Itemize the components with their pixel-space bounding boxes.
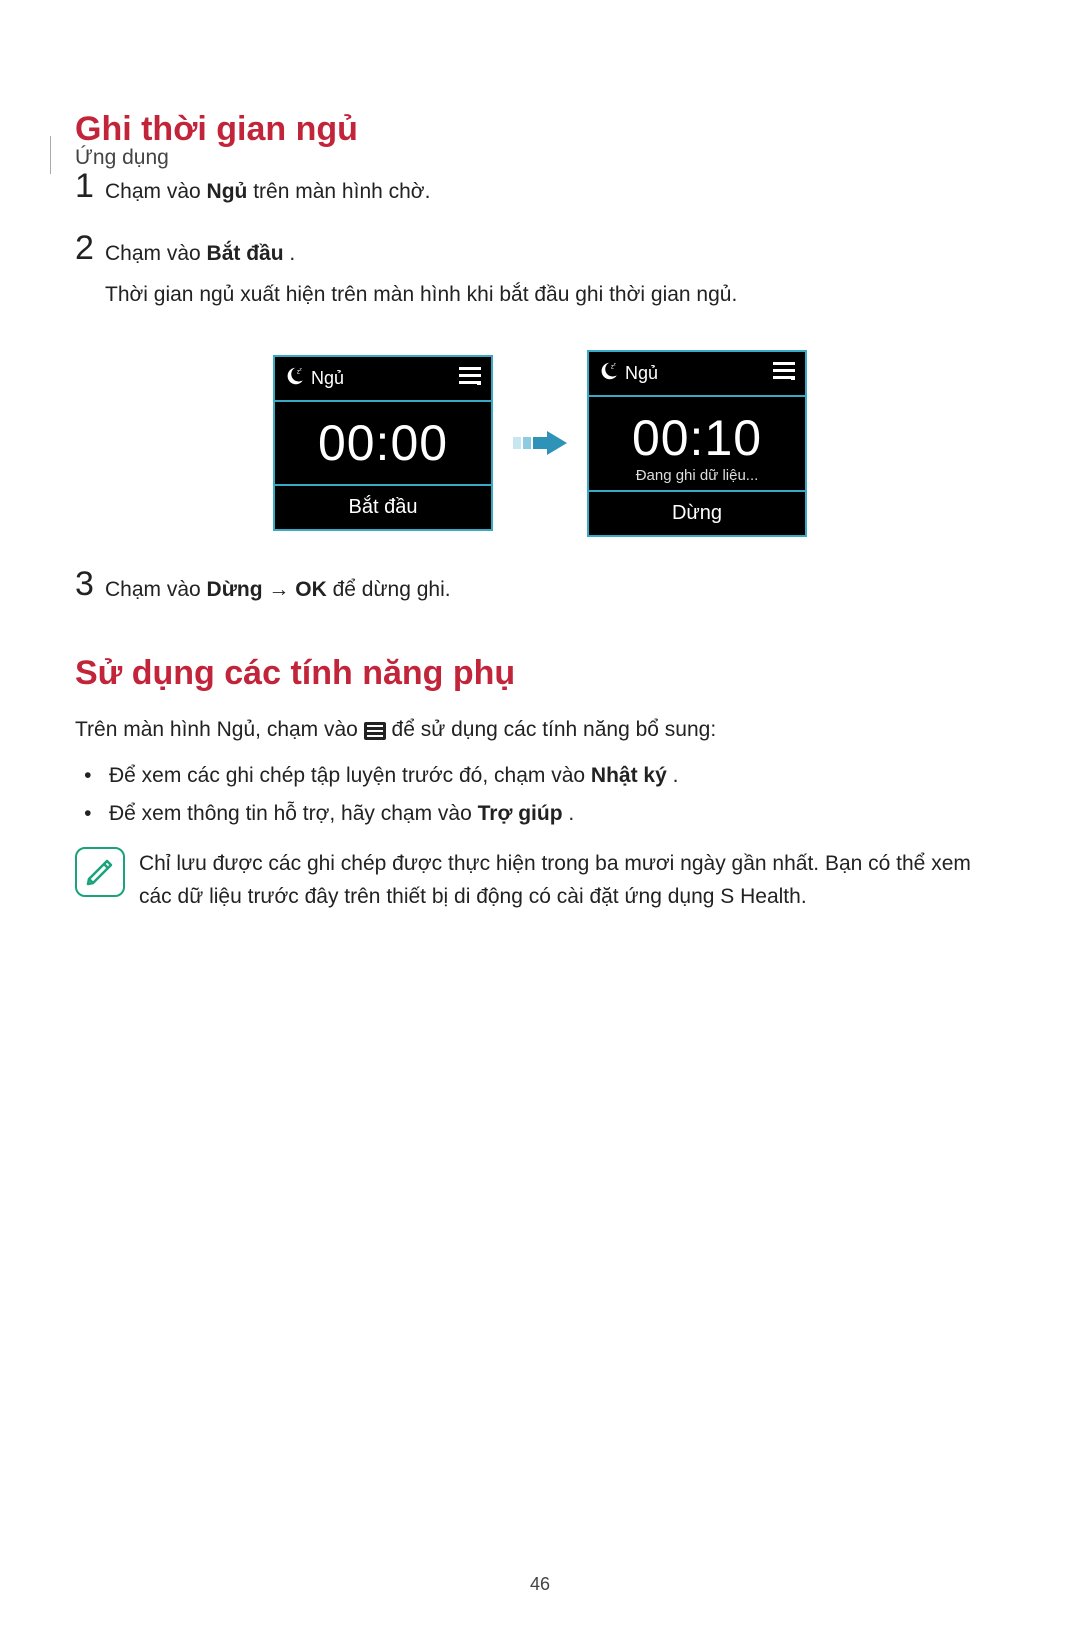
moon-zz-icon: z z [597, 360, 619, 387]
step-3: 3 Chạm vào Dừng → OK để dừng ghi. [75, 567, 1005, 615]
text: Chạm vào [105, 578, 207, 601]
figure-sleep-screens: z z Ngủ 00:00 Bắt [75, 350, 1005, 537]
text: Để xem thông tin hỗ trợ, hãy chạm vào [109, 802, 478, 825]
text: Để xem các ghi chép tập luyện trước đó, … [109, 764, 591, 787]
step-number: 3 [75, 567, 105, 601]
note-icon [75, 847, 125, 897]
menu-list-icon [364, 722, 386, 740]
text: để dừng ghi. [333, 578, 451, 601]
phone-header-left: z z Ngủ [597, 360, 658, 387]
text-bold: Bắt đầu [207, 242, 284, 265]
text: → [268, 578, 295, 601]
intro-paragraph: Trên màn hình Ngủ, chạm vào để sử dụng c… [75, 713, 1005, 747]
text-bold: Nhật ký [591, 764, 667, 787]
phone-status-text: Đang ghi dữ liệu... [589, 467, 805, 490]
text: Trên màn hình Ngủ, chạm vào [75, 718, 364, 741]
note-text: Chỉ lưu được các ghi chép được thực hiện… [139, 847, 1005, 914]
text: để sử dụng các tính năng bổ sung: [392, 718, 717, 741]
stop-button[interactable]: Dừng [589, 492, 805, 535]
svg-text:z: z [614, 361, 617, 366]
step-2: 2 Chạm vào Bắt đầu . Thời gian ngủ xuất … [75, 231, 1005, 320]
step-text: Chạm vào Bắt đầu . Thời gian ngủ xuất hi… [105, 231, 737, 320]
text-bold: OK [295, 578, 327, 601]
step-number: 2 [75, 231, 105, 265]
start-button[interactable]: Bắt đầu [275, 486, 491, 529]
phone-time-display: 00:10 [589, 397, 805, 467]
svg-text:z: z [300, 367, 303, 372]
step-text: Chạm vào Ngủ trên màn hình chờ. [105, 169, 430, 217]
text: Chạm vào [105, 180, 207, 203]
phone-title: Ngủ [311, 368, 344, 389]
list-item: Để xem các ghi chép tập luyện trước đó, … [109, 757, 1005, 795]
text-bold: Trợ giúp [478, 802, 563, 825]
section-title-extra-features: Sử dụng các tính năng phụ [75, 654, 1005, 693]
page-number: 46 [0, 1574, 1080, 1595]
text: . [673, 764, 679, 787]
phone-time-display: 00:00 [275, 402, 491, 484]
phone-header-left: z z Ngủ [283, 365, 344, 392]
text: Thời gian ngủ xuất hiện trên màn hình kh… [105, 278, 737, 312]
note-box: Chỉ lưu được các ghi chép được thực hiện… [75, 847, 1005, 914]
text: . [568, 802, 574, 825]
moon-zz-icon: z z [283, 365, 305, 392]
list-item: Để xem thông tin hỗ trợ, hãy chạm vào Tr… [109, 795, 1005, 833]
breadcrumb: Ứng dụng [75, 146, 169, 170]
text: trên màn hình chờ. [253, 180, 430, 203]
phone-title: Ngủ [625, 363, 658, 384]
text-bold: Ngủ [207, 180, 248, 203]
step-1: 1 Chạm vào Ngủ trên màn hình chờ. [75, 169, 1005, 217]
step-text: Chạm vào Dừng → OK để dừng ghi. [105, 567, 451, 615]
step-number: 1 [75, 169, 105, 203]
text: Chạm vào [105, 242, 207, 265]
hamburger-menu-icon[interactable] [773, 362, 795, 385]
phone-screenshot-right: z z Ngủ 00:10 Đang ghi dữ [587, 350, 807, 537]
phone-header: z z Ngủ [275, 357, 491, 400]
text-bold: Dừng [207, 578, 263, 601]
arrow-right-icon [513, 428, 567, 458]
phone-screenshot-left: z z Ngủ 00:00 Bắt [273, 355, 493, 531]
feature-bullets: Để xem các ghi chép tập luyện trước đó, … [75, 757, 1005, 833]
text: . [289, 242, 295, 265]
section-title-record-sleep: Ghi thời gian ngủ [75, 110, 1005, 149]
header-rule [50, 136, 51, 174]
phone-header: z z Ngủ [589, 352, 805, 395]
hamburger-menu-icon[interactable] [459, 367, 481, 390]
